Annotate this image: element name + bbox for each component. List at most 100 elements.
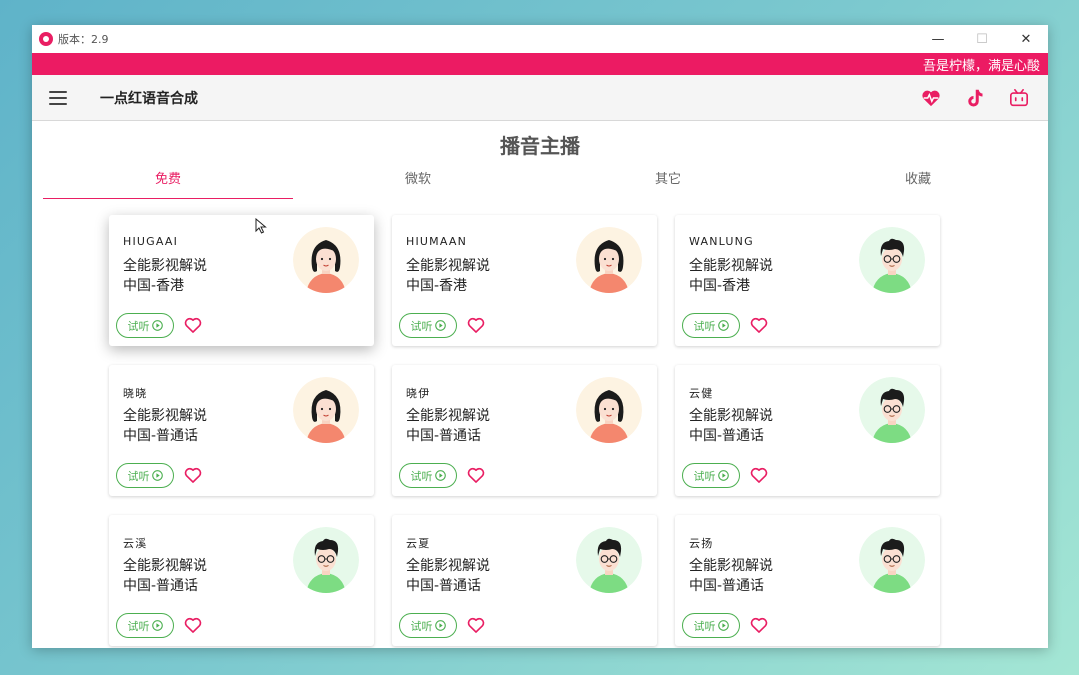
avatar-female [576, 377, 642, 443]
anchor-description: 全能影视解说 中国-普通话 [689, 556, 773, 596]
play-icon [434, 320, 446, 331]
anchor-region: 中国-普通话 [123, 578, 199, 594]
listen-label: 试听 [410, 319, 433, 333]
anchor-description: 全能影视解说 中国-普通话 [406, 556, 490, 596]
favorite-heart-icon[interactable] [466, 315, 486, 335]
anchor-description: 全能影视解说 中国-香港 [406, 256, 490, 296]
close-button[interactable]: ✕ [1004, 25, 1048, 53]
anchor-card-1[interactable]: HIUGAAI 全能影视解说 中国-香港 试听 [109, 215, 374, 346]
listen-button[interactable]: 试听 [116, 313, 174, 338]
anchor-style: 全能影视解说 [406, 558, 490, 574]
play-icon [151, 470, 163, 481]
tab-bar: 免费 微软 其它 收藏 [43, 165, 1043, 200]
avatar-male [293, 527, 359, 593]
maximize-button[interactable]: ☐ [960, 25, 1004, 53]
anchor-name: 云夏 [406, 537, 431, 550]
anchor-name: HIUGAAI [123, 235, 179, 248]
listen-button[interactable]: 试听 [399, 463, 457, 488]
play-icon [717, 620, 729, 631]
anchor-card-4[interactable]: 晓晓 全能影视解说 中国-普通话 试听 [109, 365, 374, 496]
minimize-button[interactable]: — [916, 25, 960, 53]
anchor-region: 中国-普通话 [123, 428, 199, 444]
anchor-name: 晓伊 [406, 387, 431, 400]
title-bar: 版本：2.9 — ☐ ✕ [32, 25, 1048, 53]
listen-button[interactable]: 试听 [116, 613, 174, 638]
app-title: 一点红语音合成 [100, 90, 198, 107]
favorite-heart-icon[interactable] [183, 465, 203, 485]
anchor-region: 中国-香港 [689, 278, 751, 294]
bilibili-icon[interactable] [1008, 87, 1030, 109]
listen-button[interactable]: 试听 [682, 613, 740, 638]
marquee-banner: 吾是柠檬，满是心酸 [32, 53, 1048, 75]
anchor-card-7[interactable]: 云溪 全能影视解说 中国-普通话 试听 [109, 515, 374, 646]
anchor-card-5[interactable]: 晓伊 全能影视解说 中国-普通话 试听 [392, 365, 657, 496]
app-bar: 一点红语音合成 [32, 75, 1048, 121]
anchor-description: 全能影视解说 中国-普通话 [123, 556, 207, 596]
listen-button[interactable]: 试听 [682, 463, 740, 488]
favorite-heart-icon[interactable] [183, 615, 203, 635]
favorite-heart-icon[interactable] [749, 465, 769, 485]
avatar-female [576, 227, 642, 293]
anchor-name: 云健 [689, 387, 714, 400]
mouse-cursor-icon [255, 218, 267, 234]
favorite-heart-icon[interactable] [466, 615, 486, 635]
tab-free[interactable]: 免费 [43, 165, 293, 200]
favorite-heart-icon[interactable] [183, 315, 203, 335]
hamburger-menu-icon[interactable] [49, 90, 67, 105]
tab-microsoft[interactable]: 微软 [293, 165, 543, 200]
tab-other[interactable]: 其它 [543, 165, 793, 200]
window-controls: — ☐ ✕ [916, 25, 1048, 53]
listen-button[interactable]: 试听 [682, 313, 740, 338]
marquee-text: 吾是柠檬，满是心酸 [922, 58, 1040, 74]
anchor-region: 中国-香港 [123, 278, 185, 294]
play-icon [434, 620, 446, 631]
avatar-female [293, 227, 359, 293]
anchor-region: 中国-香港 [406, 278, 468, 294]
anchor-description: 全能影视解说 中国-香港 [123, 256, 207, 296]
listen-button[interactable]: 试听 [116, 463, 174, 488]
anchor-card-6[interactable]: 云健 全能影视解说 中国-普通话 试听 [675, 365, 940, 496]
anchor-region: 中国-普通话 [406, 578, 482, 594]
anchor-name: 晓晓 [123, 387, 148, 400]
anchor-description: 全能影视解说 中国-普通话 [689, 406, 773, 446]
play-icon [434, 470, 446, 481]
favorite-heart-icon[interactable] [466, 465, 486, 485]
listen-label: 试听 [693, 619, 716, 633]
anchor-style: 全能影视解说 [406, 408, 490, 424]
listen-label: 试听 [127, 619, 150, 633]
anchor-card-8[interactable]: 云夏 全能影视解说 中国-普通话 试听 [392, 515, 657, 646]
app-logo-icon [39, 32, 53, 46]
anchor-card-9[interactable]: 云扬 全能影视解说 中国-普通话 试听 [675, 515, 940, 646]
anchor-card-3[interactable]: WANLUNG 全能影视解说 中国-香港 试听 [675, 215, 940, 346]
anchor-region: 中国-普通话 [689, 428, 765, 444]
play-icon [151, 320, 163, 331]
anchor-name: WANLUNG [689, 235, 754, 248]
anchor-style: 全能影视解说 [689, 558, 773, 574]
anchor-name: 云扬 [689, 537, 714, 550]
anchor-card-2[interactable]: HIUMAAN 全能影视解说 中国-香港 试听 [392, 215, 657, 346]
anchor-style: 全能影视解说 [123, 258, 207, 274]
anchor-description: 全能影视解说 中国-普通话 [123, 406, 207, 446]
listen-label: 试听 [127, 469, 150, 483]
anchor-style: 全能影视解说 [123, 558, 207, 574]
listen-label: 试听 [693, 469, 716, 483]
app-window: 版本：2.9 — ☐ ✕ 吾是柠檬，满是心酸 一点红语音合成 播音主播 免费 微… [32, 25, 1048, 648]
avatar-male [576, 527, 642, 593]
listen-label: 试听 [410, 619, 433, 633]
anchor-description: 全能影视解说 中国-香港 [689, 256, 773, 296]
tab-favorites[interactable]: 收藏 [793, 165, 1043, 200]
anchor-style: 全能影视解说 [689, 408, 773, 424]
heartbeat-icon[interactable] [920, 87, 942, 109]
anchor-grid: HIUGAAI 全能影视解说 中国-香港 试听 HIUMAAN 全能影视解说 中… [109, 215, 940, 646]
play-icon [717, 320, 729, 331]
listen-button[interactable]: 试听 [399, 313, 457, 338]
page-title: 播音主播 [500, 134, 580, 158]
favorite-heart-icon[interactable] [749, 615, 769, 635]
play-icon [717, 470, 729, 481]
avatar-male [859, 527, 925, 593]
favorite-heart-icon[interactable] [749, 315, 769, 335]
tiktok-icon[interactable] [964, 87, 986, 109]
play-icon [151, 620, 163, 631]
listen-label: 试听 [127, 319, 150, 333]
listen-button[interactable]: 试听 [399, 613, 457, 638]
